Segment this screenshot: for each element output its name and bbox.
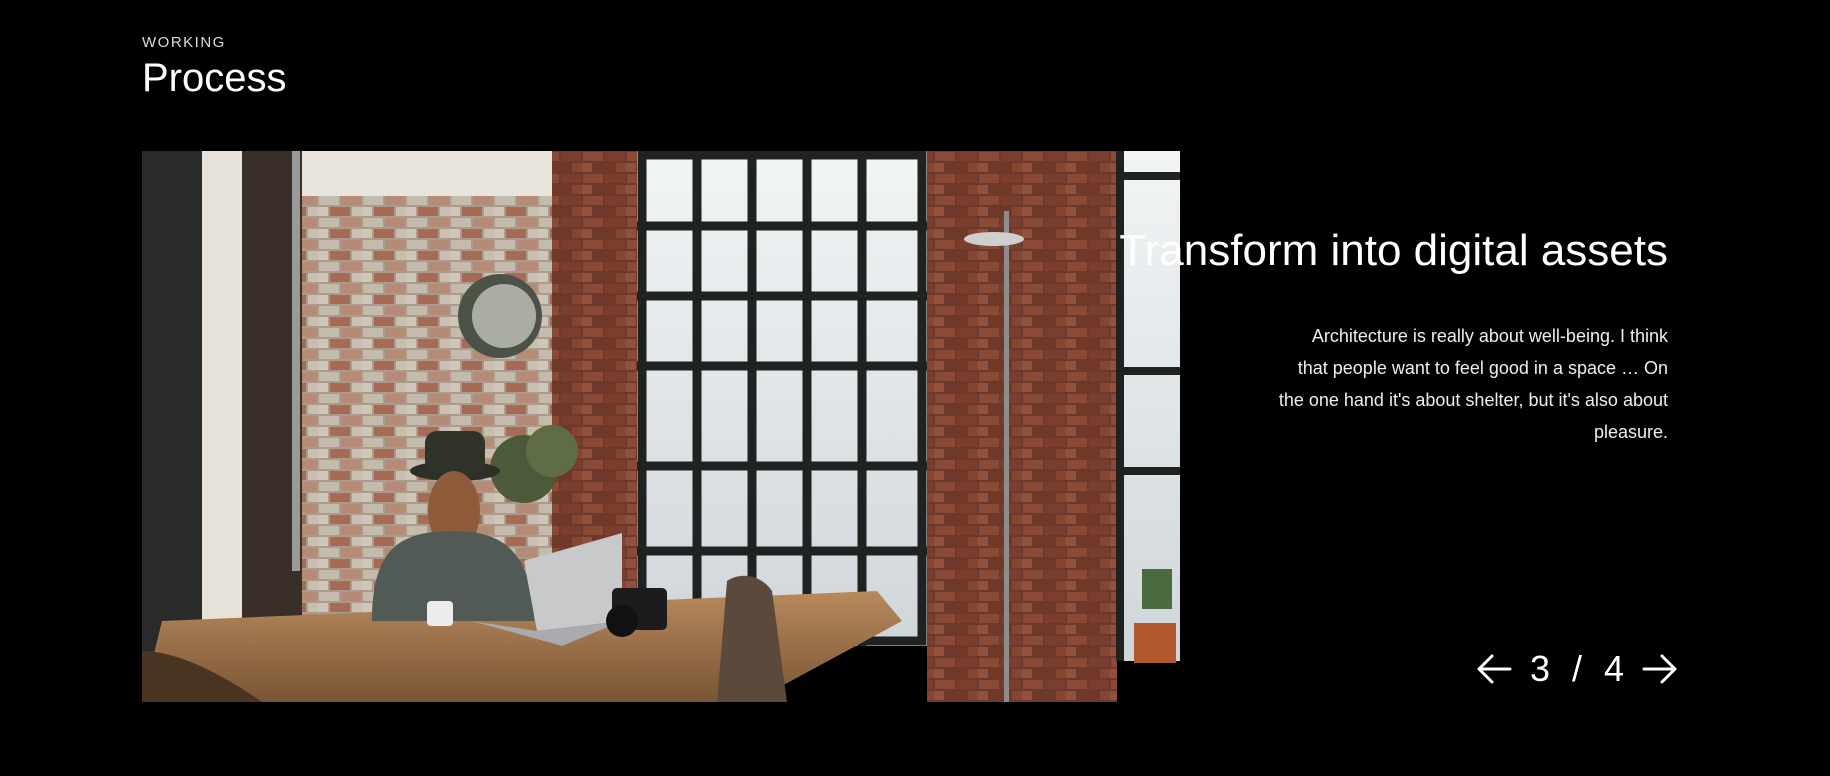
slide-pager: 3 / 4 (1476, 648, 1678, 690)
section-title: Process (142, 56, 287, 100)
arrow-left-icon[interactable] (1476, 653, 1512, 685)
section-eyebrow: WORKING (142, 34, 226, 51)
slide-title: Transform into digital assets (1119, 226, 1668, 275)
pager-current: 3 (1530, 648, 1551, 689)
pager-total: 4 (1604, 648, 1625, 689)
arrow-right-icon[interactable] (1642, 653, 1678, 685)
slide-description: Architecture is really about well-being.… (1278, 326, 1668, 442)
slide-image (142, 151, 1180, 702)
pager-separator: / (1572, 648, 1583, 689)
loft-photo-illustration (142, 151, 1180, 702)
